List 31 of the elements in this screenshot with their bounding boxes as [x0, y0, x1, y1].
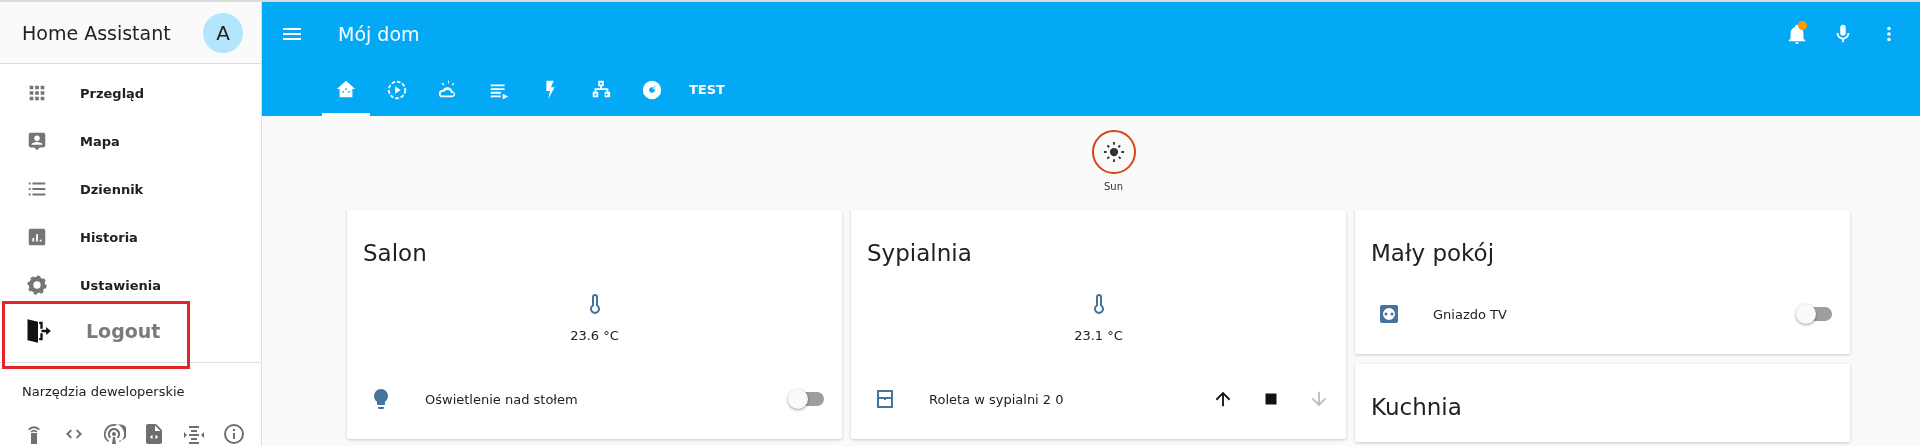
play-circle-icon: [386, 78, 408, 101]
user-avatar[interactable]: A: [203, 12, 243, 53]
info-icon[interactable]: [222, 422, 246, 446]
sidebar-item[interactable]: Historia: [0, 213, 261, 261]
power-socket-icon[interactable]: [1377, 302, 1401, 326]
card-title: Kuchnia: [1371, 393, 1463, 422]
sidebar-item[interactable]: Dziennik: [0, 165, 261, 213]
sidebar-item[interactable]: Ustawienia: [0, 261, 261, 309]
section-title: Narzędzia deweloperskie: [22, 384, 185, 399]
entity-name: Gniazdo TV: [1433, 306, 1507, 322]
broadcast-icon[interactable]: [102, 422, 126, 446]
sidebar-item[interactable]: Mapa: [0, 117, 261, 165]
entity-name: Roleta w sypialni 2 0: [929, 391, 1064, 407]
temperature-value: 23.1 °C: [1074, 328, 1123, 343]
sidebar-item[interactable]: Przegląd: [0, 69, 261, 117]
card-title: Salon: [363, 239, 428, 268]
page-title: Mój dom: [338, 23, 420, 45]
toggle-switch[interactable]: [788, 389, 824, 409]
app-title: Home Assistant: [22, 21, 171, 44]
entity-name: Oświetlenie nad stołem: [425, 391, 578, 407]
temperature-value: 23.6 °C: [570, 328, 619, 343]
settings-icon: [26, 274, 48, 296]
sun-badge[interactable]: [1091, 130, 1136, 174]
bar-chart-icon: [26, 226, 48, 248]
person-card-icon: [26, 130, 48, 152]
card-title: Mały pokój: [1371, 239, 1496, 268]
badge-label: Sun: [1104, 181, 1123, 192]
gauge-icon: [641, 78, 663, 101]
sidebar-item[interactable]: Logout: [0, 309, 261, 353]
toggle-switch[interactable]: [1796, 304, 1832, 324]
card-title: Sypialnia: [867, 239, 973, 268]
